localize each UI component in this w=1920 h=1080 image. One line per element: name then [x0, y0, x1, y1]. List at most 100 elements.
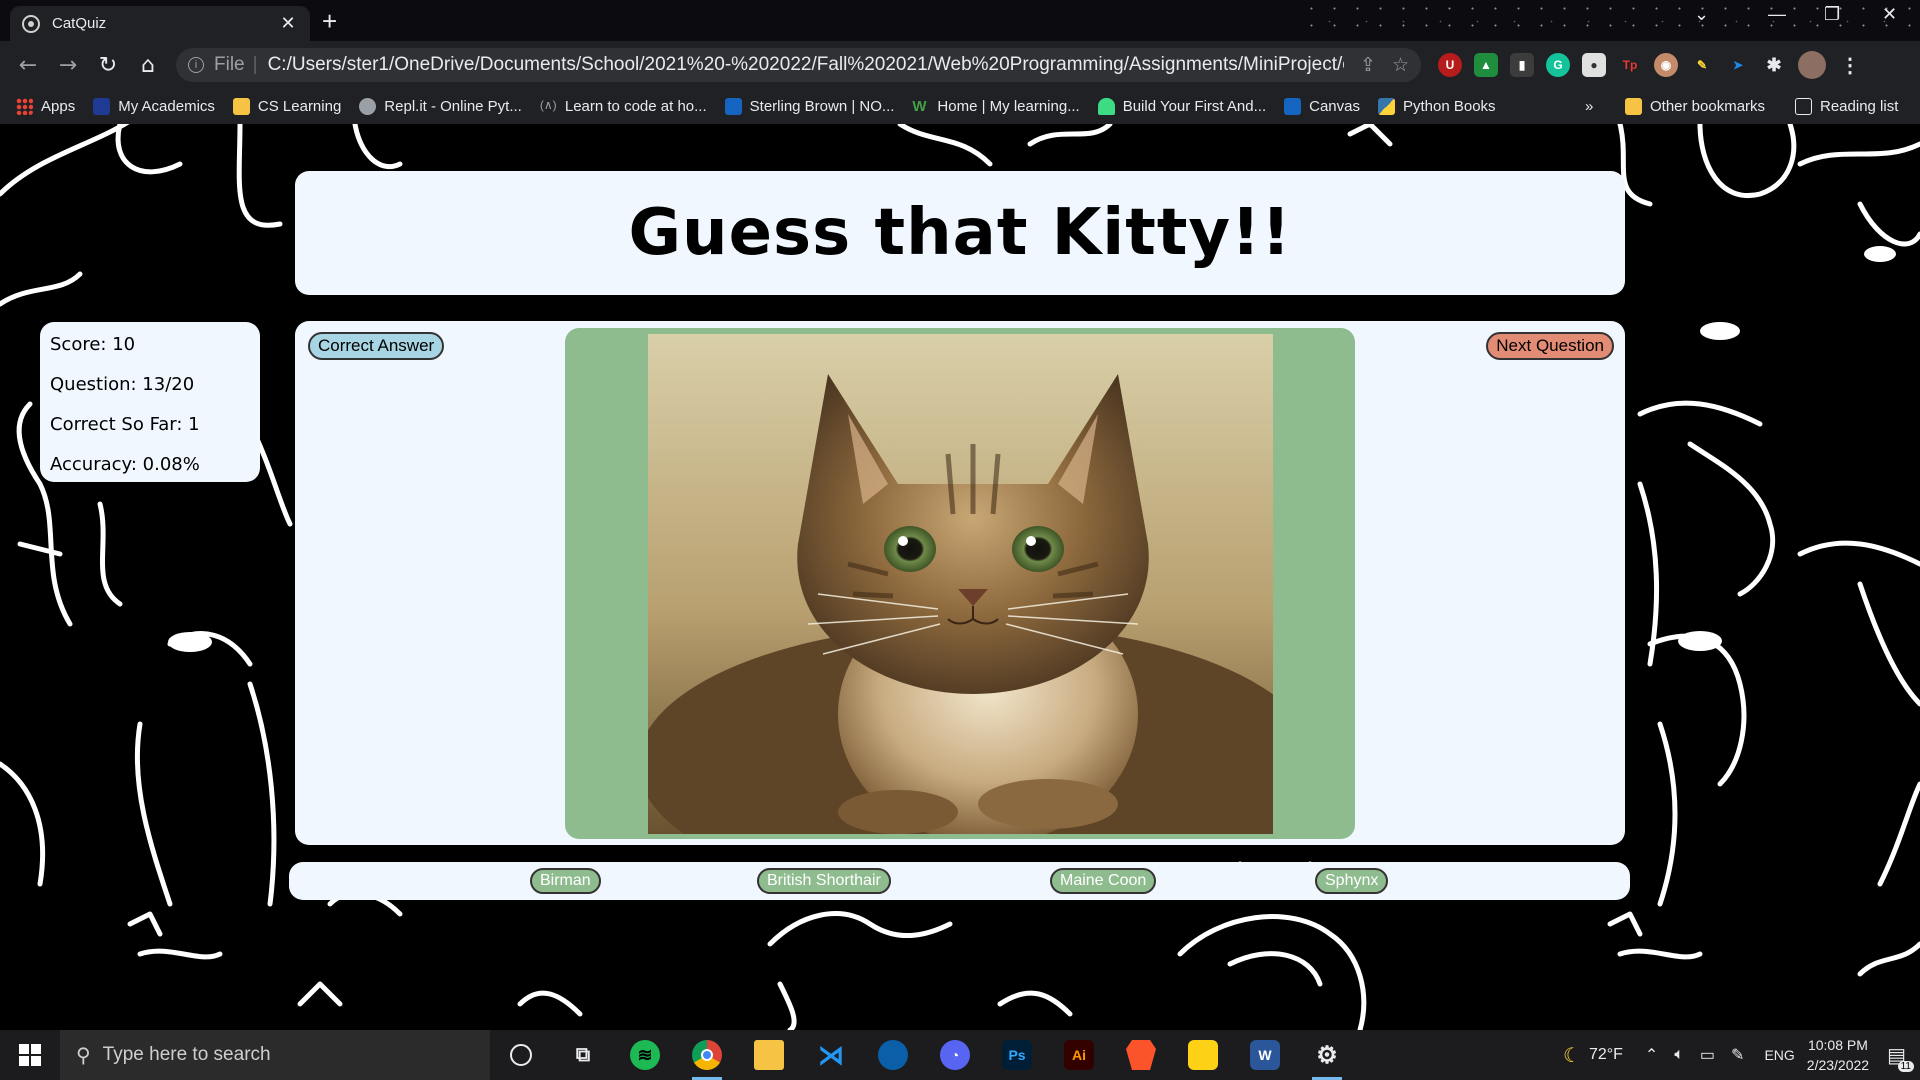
extension-icon[interactable]: ● — [1582, 53, 1606, 77]
answer-button-maine-coon[interactable]: Maine Coon — [1050, 868, 1157, 894]
folder-icon — [1625, 98, 1642, 115]
bookmark-label: Python Books — [1402, 98, 1496, 115]
cortana-button[interactable] — [490, 1030, 552, 1080]
tab-close-icon[interactable]: ✕ — [278, 13, 298, 34]
extensions-area: U ▲ ▮ G ● Tp ◉ ✎ ➤ ✱ ⋮ — [1438, 51, 1862, 79]
edge-icon — [878, 1040, 908, 1070]
w-icon: W — [912, 98, 927, 115]
taskbar-settings[interactable]: ⚙ — [1296, 1030, 1358, 1080]
extension-icon[interactable]: ◉ — [1654, 53, 1678, 77]
menu-kebab-icon[interactable]: ⋮ — [1838, 53, 1862, 77]
tp-extension-icon[interactable]: Tp — [1618, 53, 1642, 77]
reading-list-label: Reading list — [1820, 98, 1899, 115]
grammarly-icon[interactable]: G — [1546, 53, 1570, 77]
chevron-up-icon[interactable]: ⌃ — [1645, 1045, 1658, 1065]
browser-tabstrip: CatQuiz ✕ + ⌄ — ❐ ✕ — [0, 0, 1920, 41]
pen-icon[interactable]: ✎ — [1731, 1045, 1744, 1065]
close-window-icon[interactable]: ✕ — [1882, 4, 1897, 25]
apps-grid-icon — [16, 98, 33, 115]
extension-icon[interactable]: ➤ — [1726, 53, 1750, 77]
system-tray: ☾ 72°F ⌃ 🔈︎ ▭ ✎ ENG 10:08 PM 2/23/2022 ▤… — [1563, 1030, 1920, 1080]
battery-icon[interactable]: ▭ — [1700, 1045, 1715, 1065]
reload-icon[interactable]: ↻ — [88, 53, 128, 78]
extensions-puzzle-icon[interactable]: ✱ — [1762, 53, 1786, 77]
taskbar-vscode[interactable]: ⋊ — [800, 1030, 862, 1080]
taskbar-edge[interactable] — [862, 1030, 924, 1080]
correct-count: Correct So Far: 1 — [50, 414, 200, 435]
taskbar-brave[interactable] — [1110, 1030, 1172, 1080]
task-view-button[interactable]: ⧉ — [552, 1030, 614, 1080]
url-scheme: File — [214, 54, 245, 75]
file-explorer-icon — [754, 1040, 784, 1070]
search-placeholder: Type here to search — [102, 1044, 271, 1065]
search-icon: ⚲ — [76, 1044, 91, 1067]
cat-photo — [648, 334, 1273, 834]
taskbar-sticky-notes[interactable] — [1172, 1030, 1234, 1080]
minimize-icon[interactable]: — — [1768, 4, 1786, 25]
bookmark-cs-learning[interactable]: CS Learning — [232, 98, 341, 115]
reading-list-button[interactable]: Reading list — [1795, 98, 1898, 115]
bookmark-my-learning[interactable]: W Home | My learning... — [912, 98, 1079, 115]
next-question-button[interactable]: Next Question — [1486, 332, 1614, 360]
taskbar-search-box[interactable]: ⚲ Type here to search — [60, 1030, 490, 1080]
taskbar-photoshop[interactable]: Ps — [986, 1030, 1048, 1080]
forward-arrow-icon[interactable]: → — [48, 53, 88, 78]
bookmark-my-academics[interactable]: My Academics — [93, 98, 215, 115]
bookmark-canvas[interactable]: Canvas — [1284, 98, 1360, 115]
taskbar-word[interactable]: W — [1234, 1030, 1296, 1080]
correct-answer-button[interactable]: Correct Answer — [308, 332, 445, 360]
taskbar-chrome[interactable] — [676, 1030, 738, 1080]
home-icon[interactable]: ⌂ — [128, 53, 168, 78]
taskbar-file-explorer[interactable] — [738, 1030, 800, 1080]
academics-icon — [93, 98, 111, 115]
weather-temperature[interactable]: 72°F — [1589, 1046, 1623, 1064]
profile-avatar[interactable] — [1798, 51, 1826, 79]
bookmark-sterling-brown[interactable]: Sterling Brown | NO... — [724, 98, 894, 115]
answer-button-birman[interactable]: Birman — [530, 868, 601, 894]
taskbar-discord[interactable]: ◔ — [924, 1030, 986, 1080]
highlighter-icon[interactable]: ✎ — [1690, 53, 1714, 77]
restore-icon[interactable]: ❐ — [1824, 4, 1840, 25]
google-drive-icon[interactable]: ▲ — [1474, 53, 1498, 77]
discord-icon: ◔ — [940, 1040, 970, 1070]
taskbar-spotify[interactable]: ≋ — [614, 1030, 676, 1080]
share-icon[interactable]: ⇪ — [1360, 54, 1376, 77]
ublock-icon[interactable]: U — [1438, 53, 1462, 77]
bookmarks-overflow-button[interactable]: » — [1585, 98, 1593, 115]
url-separator: | — [252, 54, 258, 75]
answer-button-sphynx[interactable]: Sphynx — [1315, 868, 1389, 894]
bookmark-replit[interactable]: Repl.it - Online Pyt... — [359, 98, 522, 115]
clock-date: 2/23/2022 — [1806, 1057, 1870, 1073]
bookmark-label: Learn to code at ho... — [564, 98, 707, 115]
settings-gear-icon: ⚙ — [1316, 1041, 1338, 1069]
volume-icon[interactable]: 🔈︎ — [1674, 1046, 1684, 1064]
folder-icon — [232, 98, 250, 115]
vscode-icon: ⋊ — [818, 1039, 844, 1070]
notification-center-icon[interactable]: ▤ 11 — [1887, 1043, 1914, 1072]
bookmark-apps[interactable]: Apps — [16, 98, 75, 115]
bookmark-learn-to-code[interactable]: (∧) Learn to code at ho... — [540, 98, 707, 115]
bookmark-python-books[interactable]: Python Books — [1377, 98, 1496, 115]
url-text[interactable]: C:/Users/ster1/OneDrive/Documents/School… — [268, 54, 1344, 76]
taskbar-clock[interactable]: 10:08 PM 2/23/2022 — [1807, 1035, 1869, 1075]
tab-search-chevron-icon[interactable]: ⌄ — [1694, 4, 1709, 25]
replit-icon — [359, 98, 377, 115]
brave-icon — [1126, 1040, 1156, 1070]
stats-panel: Score: 10 Question: 13/20 Correct So Far… — [40, 322, 260, 482]
site-info-icon[interactable]: i — [188, 57, 204, 73]
start-button[interactable] — [0, 1030, 60, 1080]
taskbar-illustrator[interactable]: Ai — [1048, 1030, 1110, 1080]
language-indicator[interactable]: ENG — [1764, 1047, 1794, 1063]
address-bar[interactable]: i File | C:/Users/ster1/OneDrive/Documen… — [176, 48, 1421, 82]
back-arrow-icon[interactable]: ← — [8, 53, 48, 78]
chrome-icon — [692, 1040, 722, 1070]
bookmark-star-icon[interactable]: ☆ — [1392, 54, 1409, 77]
bookmark-build-android[interactable]: Build Your First And... — [1097, 98, 1266, 115]
browser-tab-catquiz[interactable]: CatQuiz ✕ — [10, 6, 310, 41]
extension-icon[interactable]: ▮ — [1510, 53, 1534, 77]
answer-button-british-shorthair[interactable]: British Shorthair — [757, 868, 891, 894]
weather-moon-icon[interactable]: ☾ — [1563, 1043, 1581, 1068]
quiz-title-panel: Guess that Kitty!! — [295, 171, 1625, 295]
new-tab-button[interactable]: + — [322, 6, 337, 37]
bookmark-other-bookmarks[interactable]: Other bookmarks — [1625, 98, 1765, 115]
